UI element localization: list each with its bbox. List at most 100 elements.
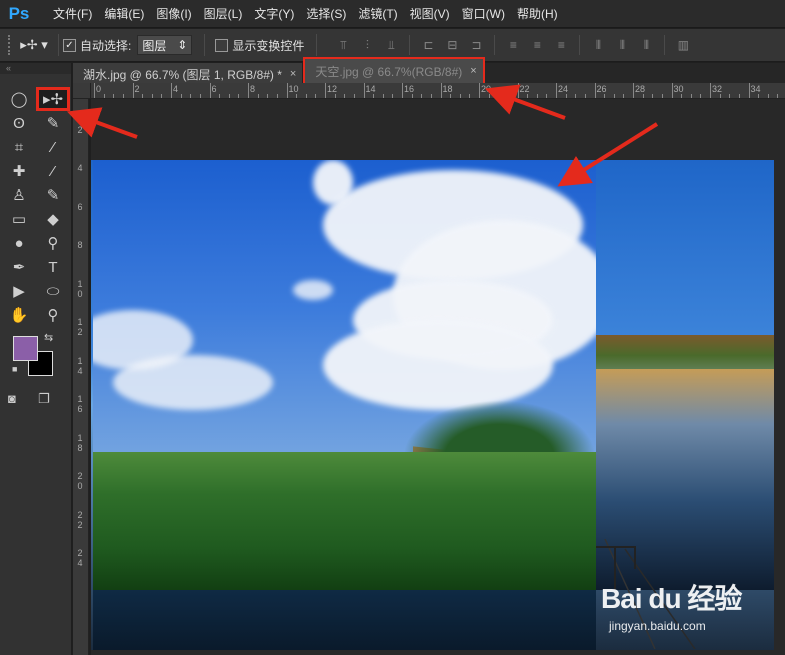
distribute-top-icon[interactable]: ≡ xyxy=(503,36,523,54)
ruler-tick-label: 6 xyxy=(211,84,217,94)
menu-item[interactable]: 编辑(E) xyxy=(98,5,150,22)
show-transform-label: 显示变换控件 xyxy=(232,38,305,53)
pen-tool-icon: ✒ xyxy=(12,259,26,276)
eraser-tool-icon: ▭ xyxy=(11,211,27,228)
divider xyxy=(204,34,206,56)
align-bottom-icon[interactable]: ⫫ xyxy=(381,36,401,54)
healing-tool-icon: ✚ xyxy=(12,163,26,180)
foreground-color-swatch[interactable] xyxy=(13,336,38,361)
ruler-tick-label: 1 2 xyxy=(77,317,83,337)
menu-item[interactable]: 滤镜(T) xyxy=(352,5,403,22)
menu-item[interactable]: 视图(V) xyxy=(404,5,456,22)
menu-item[interactable]: 选择(S) xyxy=(300,5,352,22)
dodge-tool[interactable]: ⚲ xyxy=(36,231,70,255)
move-tool-icon: ▸✢ xyxy=(42,91,64,108)
marquee-tool-icon: ◯ xyxy=(10,91,28,108)
ruler-tick-label: 20 xyxy=(481,84,492,94)
move-tool[interactable]: ▸✢ xyxy=(36,87,70,111)
ruler-tick-label: 12 xyxy=(327,84,338,94)
crop-tool[interactable]: ⌗ xyxy=(2,135,36,159)
type-tool-icon: T xyxy=(48,258,58,276)
auto-select-target-dropdown[interactable]: 图层 ⇕ xyxy=(137,35,193,55)
move-tool-icon: ▸✢ ▾ xyxy=(20,37,48,52)
auto-select-target-value: 图层 xyxy=(142,38,167,53)
ruler-tick-label: 2 2 xyxy=(77,509,83,530)
lasso-tool[interactable]: ʘ xyxy=(2,111,36,135)
ruler-tick-label: 2 xyxy=(77,124,83,135)
align-top-icon[interactable]: ⫪ xyxy=(333,36,353,54)
align-hcenter-icon[interactable]: ⊟ xyxy=(442,36,462,54)
ruler-tick-label: 4 xyxy=(173,84,179,94)
cloud xyxy=(293,280,333,300)
document-tabs: 湖水.jpg @ 66.7% (图层 1, RGB/8#) * × 天空.jpg @… xyxy=(73,57,785,85)
swap-colors-icon[interactable]: ⇆ xyxy=(44,331,53,344)
history-brush-tool[interactable]: ✎ xyxy=(36,183,70,207)
menu-item[interactable]: 窗口(W) xyxy=(456,5,511,22)
stamp-tool[interactable]: ♙ xyxy=(2,183,36,207)
pen-tool[interactable]: ✒ xyxy=(2,255,36,279)
field-grass xyxy=(93,452,596,590)
cloud xyxy=(113,355,273,410)
menu-item[interactable]: 图层(L) xyxy=(198,5,249,22)
distribute-right-icon[interactable]: ⫴ xyxy=(636,36,656,54)
default-colors-icon[interactable]: ■ xyxy=(12,364,17,374)
distribute-vcenter-icon[interactable]: ≡ xyxy=(527,36,547,54)
watermark-url: jingyan.baidu.com xyxy=(609,619,706,633)
align-right-icon[interactable]: ⊐ xyxy=(466,36,486,54)
cloud xyxy=(313,160,353,205)
zoom-tool[interactable]: ⚲ xyxy=(36,303,70,327)
path-select-tool[interactable]: ▶ xyxy=(2,279,36,303)
align-left-icon[interactable]: ⊏ xyxy=(418,36,438,54)
align-vcenter-icon[interactable]: ⫶ xyxy=(357,36,377,54)
auto-select-label: 自动选择: xyxy=(80,38,132,53)
canvas-workspace[interactable] xyxy=(91,99,785,655)
document-tab[interactable]: 天空.jpg @ 66.7%(RGB/8#) × xyxy=(303,57,485,85)
distribute-bottom-icon[interactable]: ≡ xyxy=(551,36,571,54)
treeline xyxy=(403,400,596,456)
tool-preset-picker[interactable]: ▸✢ ▾ xyxy=(14,34,54,56)
eraser-tool[interactable]: ▭ xyxy=(2,207,36,231)
zoom-tool-icon: ⚲ xyxy=(47,307,59,324)
crop-tool-icon: ⌗ xyxy=(14,138,24,156)
eyedropper-tool[interactable]: ⁄ xyxy=(36,135,70,159)
menu-item[interactable]: 帮助(H) xyxy=(511,5,564,22)
auto-select-checkbox[interactable]: ✓ xyxy=(63,38,76,52)
distribute-hcenter-icon[interactable]: ⫴ xyxy=(612,36,632,54)
quick-select-tool[interactable]: ✎ xyxy=(36,111,70,135)
lake-bottom-strip xyxy=(93,590,596,650)
cloud xyxy=(323,320,553,410)
ruler-tick-label: 2 4 xyxy=(77,548,83,568)
marquee-tool[interactable]: ◯ xyxy=(2,87,36,111)
close-tab-icon[interactable]: × xyxy=(470,65,476,77)
menu-item[interactable]: 图像(I) xyxy=(150,5,197,22)
quick-mask-icon[interactable]: ◙ xyxy=(8,391,38,407)
ruler-tick-label: 24 xyxy=(558,84,569,94)
screen-mode-icon[interactable]: ❐ xyxy=(38,391,68,407)
history-brush-tool-icon: ✎ xyxy=(46,187,60,204)
brush-tool[interactable]: ⁄ xyxy=(36,159,70,183)
paint-bucket-tool[interactable]: ◆ xyxy=(36,207,70,231)
show-transform-checkbox[interactable] xyxy=(215,38,229,52)
collapse-toolbar-icon[interactable]: « xyxy=(0,63,71,74)
auto-align-icon[interactable]: ▥ xyxy=(673,36,693,54)
type-tool[interactable]: T xyxy=(36,255,70,279)
blur-tool-icon: ● xyxy=(14,234,24,252)
menu-item[interactable]: 文件(F) xyxy=(47,5,98,22)
document-tab[interactable]: 湖水.jpg @ 66.7% (图层 1, RGB/8#) * × xyxy=(73,63,304,85)
close-tab-icon[interactable]: × xyxy=(290,68,296,80)
ruler-tick-label: 32 xyxy=(712,84,723,94)
ruler-tick-label: 8 xyxy=(77,240,83,250)
healing-tool[interactable]: ✚ xyxy=(2,159,36,183)
ruler-tick-label: 1 0 xyxy=(77,278,83,299)
horizontal-ruler: 0 2 4 6 8 10 12 14 16 18 20 22 24 26 28 30 32 34 xyxy=(91,83,785,99)
hand-tool[interactable]: ✋ xyxy=(2,303,36,327)
watermark-logo: Bai du 经验 xyxy=(601,583,742,614)
hand-tool-icon: ✋ xyxy=(9,307,29,324)
path-select-tool-icon: ▶ xyxy=(13,283,25,300)
lasso-tool-icon: ʘ xyxy=(13,114,25,132)
ellipse-tool[interactable]: ⬭ xyxy=(36,279,70,303)
menu-item[interactable]: 文字(Y) xyxy=(248,5,300,22)
ellipse-tool-icon: ⬭ xyxy=(46,282,60,300)
blur-tool[interactable]: ● xyxy=(2,231,36,255)
distribute-left-icon[interactable]: ⫴ xyxy=(588,36,608,54)
